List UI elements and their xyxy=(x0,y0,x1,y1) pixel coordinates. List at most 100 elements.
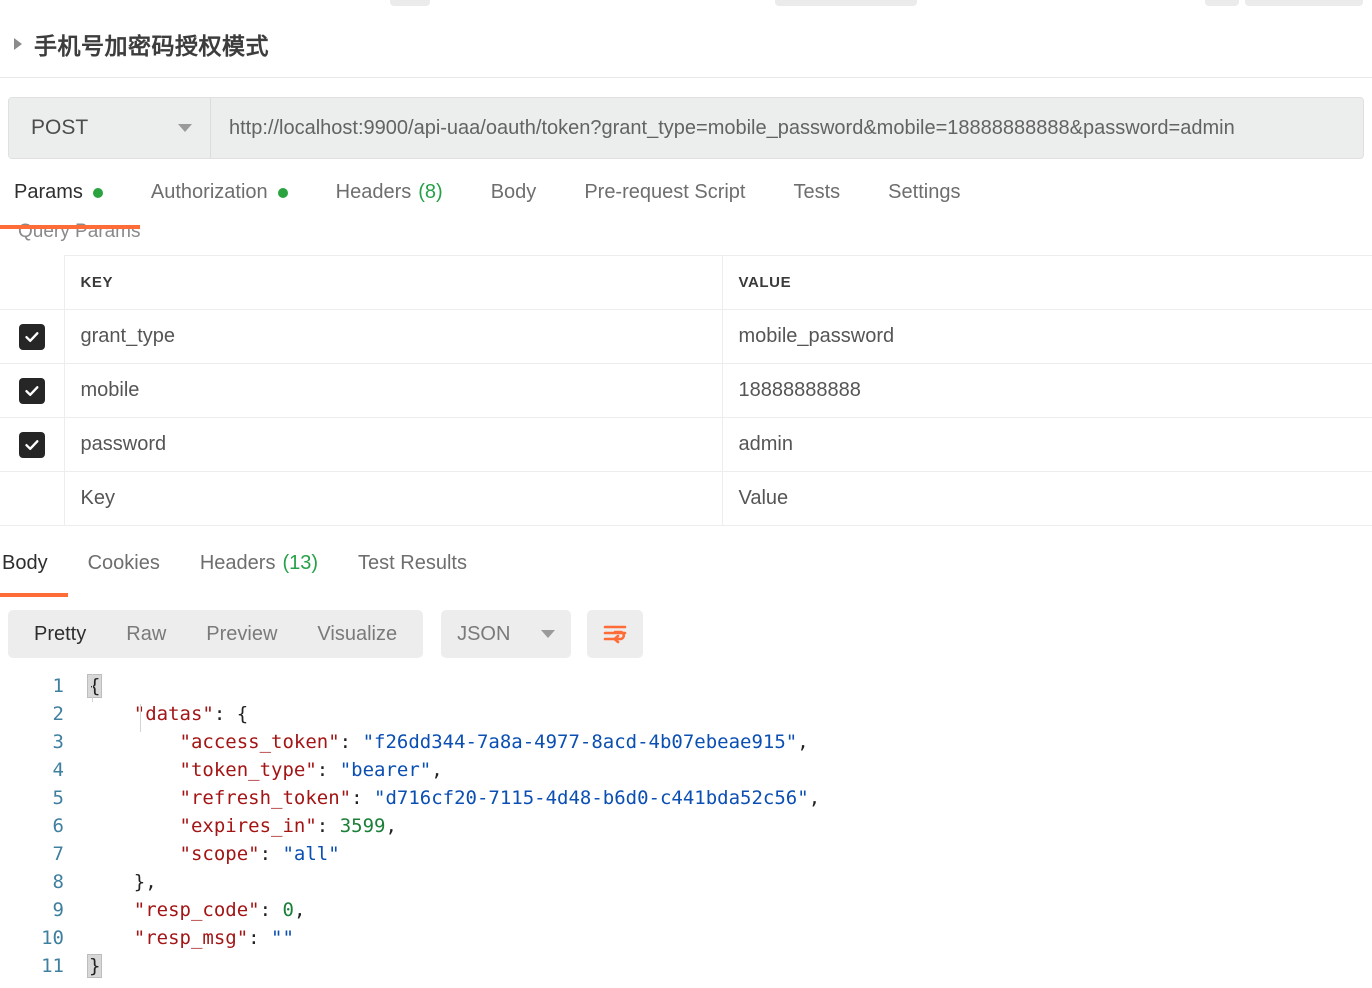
format-tab-preview[interactable]: Preview xyxy=(186,610,297,658)
response-tab-cookies[interactable]: Cookies xyxy=(88,552,160,575)
line-number: 9 xyxy=(0,896,64,924)
http-method-label: POST xyxy=(31,116,88,140)
code-line: "resp_msg": "" xyxy=(88,924,1372,952)
line-number-gutter: 1 2 3 4 5 6 7 8 9 10 11 xyxy=(0,672,78,980)
code-line: "refresh_token": "d716cf20-7115-4d48-b6d… xyxy=(88,784,1372,812)
query-params-table: KEY VALUE grant_type mobile_password xyxy=(0,255,1372,526)
active-response-tab-indicator xyxy=(0,593,68,597)
checkbox-checked-icon[interactable] xyxy=(19,432,45,458)
code-line: "access_token": "f26dd344-7a8a-4977-8acd… xyxy=(88,728,1372,756)
chevron-down-icon xyxy=(541,630,555,638)
line-number: 3 xyxy=(0,728,64,756)
response-tab-test-results[interactable]: Test Results xyxy=(358,552,467,575)
response-tabs: Body Cookies Headers (13) Test Results xyxy=(0,552,1372,594)
indent-guide xyxy=(140,704,141,732)
new-param-key-input[interactable]: Key xyxy=(64,472,722,526)
response-format-toolbar: Pretty Raw Preview Visualize JSON xyxy=(8,610,1372,658)
url-bar: POST http://localhost:9900/api-uaa/oauth… xyxy=(8,97,1364,159)
code-line: "expires_in": 3599, xyxy=(88,812,1372,840)
line-number: 1 xyxy=(0,672,64,700)
code-line: { xyxy=(88,672,1372,700)
line-number: 4 xyxy=(0,756,64,784)
cutoff-ui-stub xyxy=(1245,0,1363,6)
table-header-checkbox xyxy=(0,256,64,310)
cutoff-ui-stub xyxy=(775,0,917,6)
line-number: 10 xyxy=(0,924,64,952)
tab-body[interactable]: Body xyxy=(491,181,537,204)
format-tab-visualize[interactable]: Visualize xyxy=(297,610,417,658)
response-tab-headers[interactable]: Headers (13) xyxy=(200,552,318,575)
code-line: } xyxy=(88,952,1372,980)
response-tab-body-label: Body xyxy=(2,552,48,575)
page-title: 手机号加密码授权模式 xyxy=(34,27,269,61)
response-tab-test-results-label: Test Results xyxy=(358,552,467,575)
language-select[interactable]: JSON xyxy=(441,610,571,658)
response-tab-cookies-label: Cookies xyxy=(88,552,160,575)
code-line: "datas": { xyxy=(88,700,1372,728)
table-header-value: VALUE xyxy=(722,256,1372,310)
modified-dot-icon xyxy=(278,188,288,198)
tab-pre-request-script-label: Pre-request Script xyxy=(584,181,745,204)
json-code-area[interactable]: { "datas": { "access_token": "f26dd344-7… xyxy=(78,672,1372,980)
tab-params-label: Params xyxy=(14,181,83,204)
line-number: 7 xyxy=(0,840,64,868)
table-header-key: KEY xyxy=(64,256,722,310)
cutoff-ui-stub xyxy=(390,0,430,6)
brace-match-highlight: { xyxy=(88,675,101,697)
tab-settings-label: Settings xyxy=(888,181,960,204)
param-value[interactable]: admin xyxy=(722,418,1372,472)
code-line: "scope": "all" xyxy=(88,840,1372,868)
param-value[interactable]: mobile_password xyxy=(722,310,1372,364)
url-input[interactable]: http://localhost:9900/api-uaa/oauth/toke… xyxy=(211,98,1363,158)
line-number: 6 xyxy=(0,812,64,840)
language-select-label: JSON xyxy=(457,623,510,646)
chevron-right-icon[interactable] xyxy=(14,38,22,50)
http-method-select[interactable]: POST xyxy=(9,98,211,158)
tab-pre-request-script[interactable]: Pre-request Script xyxy=(584,181,745,204)
format-tab-group: Pretty Raw Preview Visualize xyxy=(8,610,423,658)
checkbox-checked-icon[interactable] xyxy=(19,378,45,404)
row-checkbox-cell[interactable] xyxy=(0,310,64,364)
tab-params[interactable]: Params xyxy=(14,181,103,204)
table-row: mobile 18888888888 xyxy=(0,364,1372,418)
response-tab-body[interactable]: Body xyxy=(2,552,48,575)
brace-match-highlight: } xyxy=(88,955,101,977)
request-tabs: Params Authorization Headers (8) Body Pr… xyxy=(0,181,1372,225)
code-line: "resp_code": 0, xyxy=(88,896,1372,924)
active-tab-indicator xyxy=(0,225,140,229)
tab-authorization[interactable]: Authorization xyxy=(151,181,288,204)
row-checkbox-cell[interactable] xyxy=(0,364,64,418)
tab-settings[interactable]: Settings xyxy=(888,181,960,204)
indent-guide xyxy=(92,674,93,702)
word-wrap-button[interactable] xyxy=(587,610,643,658)
new-param-value-input[interactable]: Value xyxy=(722,472,1372,526)
checkbox-checked-icon[interactable] xyxy=(19,324,45,350)
line-number: 5 xyxy=(0,784,64,812)
tab-tests[interactable]: Tests xyxy=(793,181,840,204)
response-body-viewer: 1 2 3 4 5 6 7 8 9 10 11 { "datas": { "ac… xyxy=(0,672,1372,980)
row-checkbox-cell-empty[interactable] xyxy=(0,472,64,526)
format-tab-raw[interactable]: Raw xyxy=(106,610,186,658)
word-wrap-icon xyxy=(601,622,629,646)
line-number: 11 xyxy=(0,952,64,980)
param-key[interactable]: password xyxy=(64,418,722,472)
tab-authorization-label: Authorization xyxy=(151,181,268,204)
tab-headers-label: Headers xyxy=(336,181,412,204)
row-checkbox-cell[interactable] xyxy=(0,418,64,472)
tab-headers[interactable]: Headers (8) xyxy=(336,181,443,204)
line-number: 8 xyxy=(0,868,64,896)
tab-tests-label: Tests xyxy=(793,181,840,204)
tab-body-label: Body xyxy=(491,181,537,204)
response-tab-headers-count: (13) xyxy=(282,552,318,575)
param-key[interactable]: mobile xyxy=(64,364,722,418)
request-title-row: 手机号加密码授权模式 xyxy=(0,10,1372,78)
tab-headers-count: (8) xyxy=(418,181,442,204)
code-line: "token_type": "bearer", xyxy=(88,756,1372,784)
table-row: grant_type mobile_password xyxy=(0,310,1372,364)
param-value[interactable]: 18888888888 xyxy=(722,364,1372,418)
table-row: password admin xyxy=(0,418,1372,472)
param-key[interactable]: grant_type xyxy=(64,310,722,364)
format-tab-pretty[interactable]: Pretty xyxy=(14,610,106,658)
cutoff-top-strip xyxy=(0,0,1372,10)
table-row-empty: Key Value xyxy=(0,472,1372,526)
